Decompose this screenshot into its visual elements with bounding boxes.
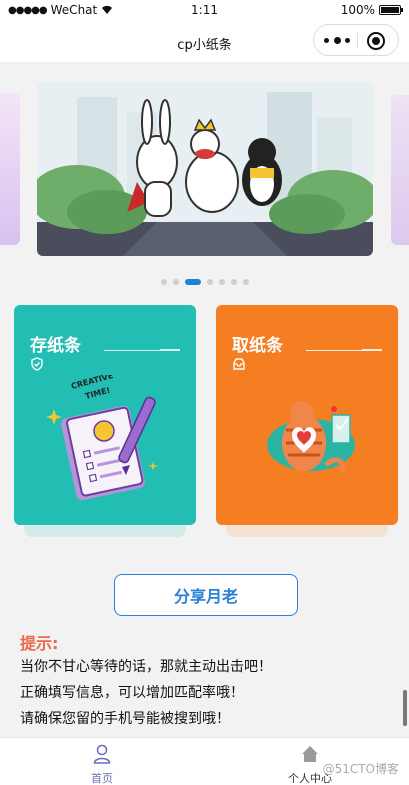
shield-check-icon — [31, 357, 43, 371]
store-note-card[interactable]: 存纸条 CREATIVE TIME! — [14, 305, 196, 525]
status-bar: ●●●●● WeChat 1:11 100% — [0, 0, 409, 22]
tips-title: 提示: — [20, 634, 59, 653]
retrieve-note-card[interactable]: 取纸条 — [216, 305, 398, 525]
tip-line: 当你不甘心等待的话，那就主动出击吧！ — [20, 659, 272, 675]
title-underline-accent — [160, 349, 180, 351]
carousel-banner[interactable] — [37, 82, 373, 256]
tiger-heart-illustration — [267, 401, 355, 472]
banner-illustration — [37, 82, 373, 256]
battery-percent: 100% — [340, 3, 375, 17]
capsule-divider — [357, 33, 358, 48]
store-note-title: 存纸条 — [30, 336, 81, 356]
carousel-dot[interactable] — [206, 279, 213, 285]
carousel-dot[interactable] — [230, 279, 237, 285]
tab-home[interactable]: 首页 — [52, 744, 152, 785]
nav-bar: cp小纸条 — [0, 22, 409, 62]
watermark: @51CTO博客 — [322, 762, 399, 776]
carousel-indicators — [0, 279, 409, 285]
house-icon — [302, 746, 318, 762]
scrollbar-thumb[interactable] — [403, 690, 407, 726]
title-underline — [104, 350, 160, 351]
carousel-next-slide[interactable] — [391, 95, 409, 245]
title-underline — [306, 350, 362, 351]
carousel-prev-slide[interactable] — [0, 93, 20, 245]
tab-home-label: 首页 — [91, 772, 113, 785]
title-underline-accent — [362, 349, 382, 351]
svg-text:TIME!: TIME! — [84, 386, 111, 401]
retrieve-note-title: 取纸条 — [232, 336, 283, 356]
battery-status: 100% — [340, 3, 403, 17]
notebook-pen-illustration: CREATIVE TIME! — [46, 375, 158, 501]
carousel-dot[interactable] — [172, 279, 179, 285]
more-menu-button[interactable] — [324, 34, 350, 46]
mini-program-capsule — [313, 24, 399, 56]
share-matchmaker-button[interactable]: 分享月老 — [114, 574, 298, 616]
carousel-dot[interactable] — [160, 279, 167, 285]
carousel-dot-active[interactable] — [184, 279, 201, 285]
battery-icon — [379, 5, 403, 15]
tip-line: 请确保您留的手机号能被搜到哦！ — [20, 711, 230, 727]
user-icon — [93, 744, 111, 764]
close-mini-program-button[interactable] — [367, 32, 385, 50]
inbox-icon — [233, 358, 245, 370]
carousel-dot[interactable] — [242, 279, 249, 285]
carousel-dot[interactable] — [218, 279, 225, 285]
tip-line: 正确填写信息，可以增加匹配率哦！ — [20, 685, 244, 701]
